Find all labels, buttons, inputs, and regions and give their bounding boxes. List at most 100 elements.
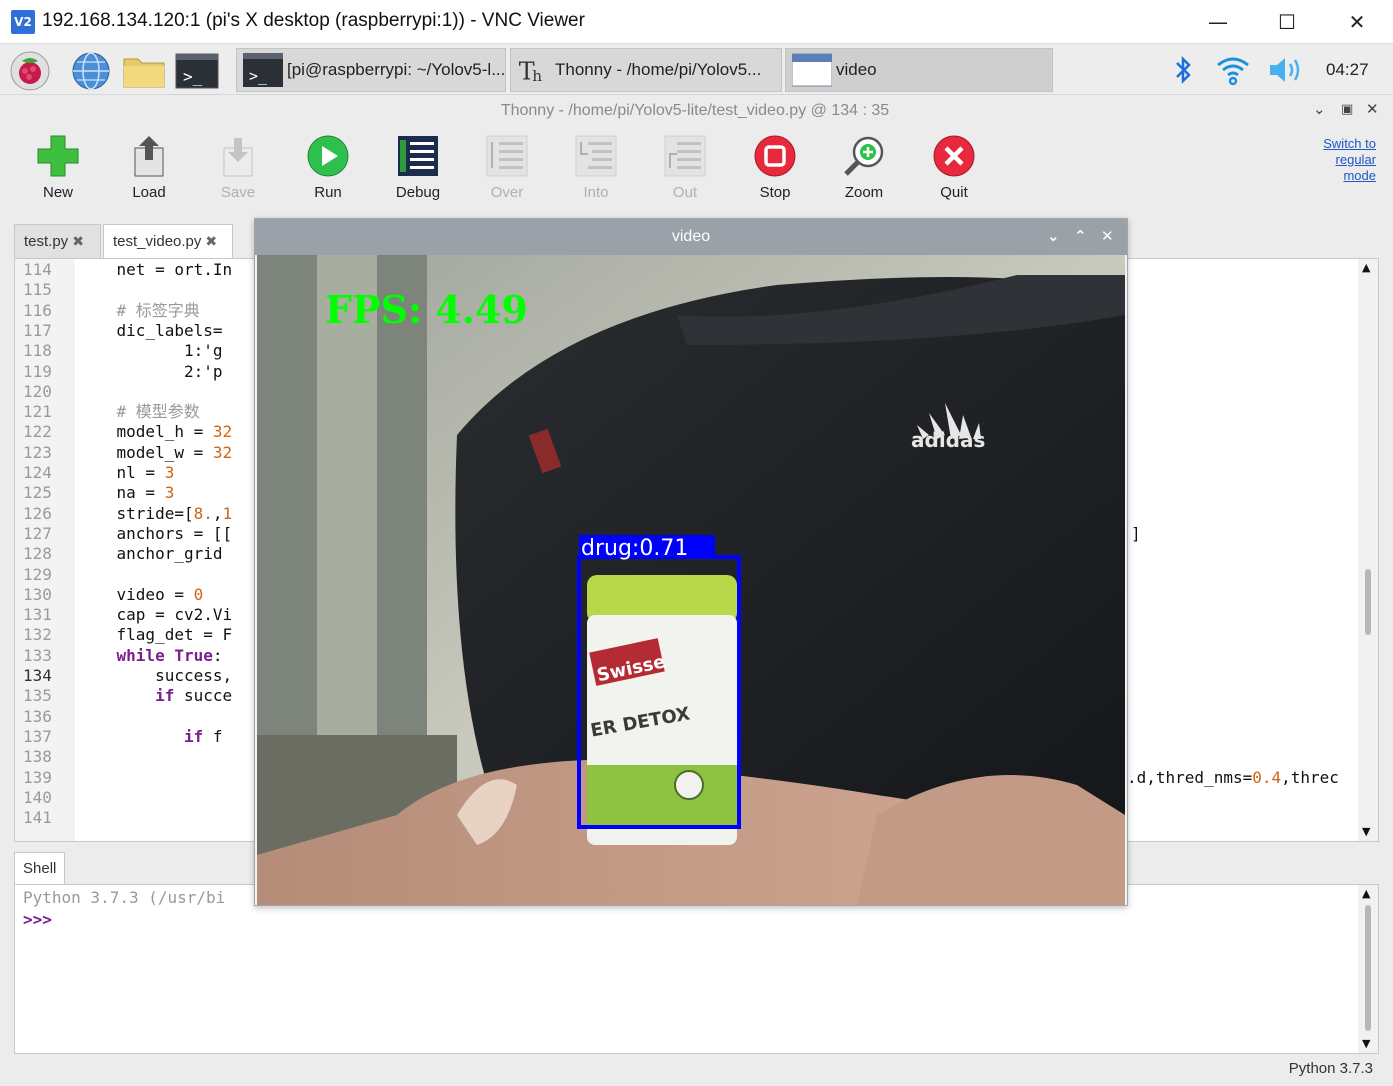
line-number: 141 bbox=[23, 808, 52, 828]
video-minimize-icon[interactable]: ⌄ bbox=[1047, 227, 1060, 245]
line-number: 138 bbox=[23, 747, 52, 767]
scroll-down-icon[interactable]: ▼ bbox=[1362, 1037, 1370, 1050]
shell-tab[interactable]: Shell bbox=[14, 852, 66, 884]
close-button[interactable]: ✕ bbox=[1334, 6, 1380, 38]
line-number: 133 bbox=[23, 645, 52, 665]
code-fragment[interactable]: .d,thred_nms=0.4,threc bbox=[1127, 768, 1339, 788]
line-number: 117 bbox=[23, 320, 52, 340]
debug-button[interactable]: Debug bbox=[380, 134, 456, 216]
code-line[interactable]: net = ort.In bbox=[78, 260, 233, 280]
tab-test-video-py[interactable]: test_video.py ✖ bbox=[103, 224, 233, 258]
line-number: 128 bbox=[23, 544, 52, 564]
web-browser-icon[interactable] bbox=[69, 51, 113, 91]
step-out-button[interactable]: Out bbox=[647, 134, 723, 216]
thonny-icon: T h bbox=[519, 57, 543, 85]
code-line[interactable]: if f bbox=[78, 727, 223, 747]
quit-button[interactable]: Quit bbox=[916, 134, 992, 216]
step-over-button[interactable]: Over bbox=[469, 134, 545, 216]
code-line[interactable]: nl = 3 bbox=[78, 463, 175, 483]
task-video[interactable]: video bbox=[785, 48, 1053, 92]
code-line[interactable]: anchors = [[ bbox=[78, 524, 233, 544]
run-icon bbox=[307, 135, 349, 177]
zoom-icon bbox=[844, 136, 884, 176]
editor-scrollbar[interactable]: ▲ ▼ bbox=[1358, 259, 1378, 841]
maximize-button[interactable]: ☐ bbox=[1264, 6, 1310, 38]
interpreter-status[interactable]: Python 3.7.3 bbox=[1289, 1060, 1373, 1077]
line-number: 126 bbox=[23, 503, 52, 523]
save-button[interactable]: Save bbox=[200, 134, 276, 216]
task-terminal[interactable]: >_ [pi@raspberrypi: ~/Yolov5-l... bbox=[236, 48, 506, 92]
step-into-button[interactable]: Into bbox=[558, 134, 634, 216]
task-label: video bbox=[836, 60, 877, 79]
scroll-up-icon[interactable]: ▲ bbox=[1362, 887, 1370, 900]
scroll-thumb[interactable] bbox=[1365, 569, 1371, 635]
bluetooth-icon[interactable] bbox=[1166, 53, 1200, 87]
code-line[interactable]: 2:'p bbox=[78, 362, 223, 382]
scroll-up-icon[interactable]: ▲ bbox=[1362, 261, 1370, 274]
video-title-bar[interactable]: video ⌄ ⌃ ✕ bbox=[255, 219, 1127, 255]
close-tab-icon[interactable]: ✖ bbox=[72, 233, 84, 249]
thonny-maximize-icon[interactable]: ▣ bbox=[1341, 102, 1353, 117]
detection-label: drug:0.71 bbox=[581, 536, 688, 561]
clock: 04:27 bbox=[1326, 60, 1369, 79]
code-line[interactable]: # 模型参数 bbox=[78, 402, 200, 422]
run-button[interactable]: Run bbox=[290, 134, 366, 216]
line-number: 131 bbox=[23, 605, 52, 625]
svg-text:>_: >_ bbox=[183, 67, 203, 86]
minimize-button[interactable]: — bbox=[1195, 6, 1241, 38]
step-into-icon bbox=[575, 135, 617, 177]
code-line[interactable]: while True: bbox=[78, 646, 223, 666]
svg-text:h: h bbox=[532, 67, 542, 85]
thonny-title-bar: Thonny - /home/pi/Yolov5-lite/test_video… bbox=[0, 96, 1393, 126]
video-maximize-icon[interactable]: ⌃ bbox=[1074, 227, 1087, 245]
code-line[interactable]: flag_det = F bbox=[78, 625, 233, 645]
line-number: 115 bbox=[23, 280, 52, 300]
volume-icon[interactable] bbox=[1267, 53, 1301, 87]
code-line[interactable]: # 标签字典 bbox=[78, 301, 200, 321]
file-manager-icon[interactable] bbox=[122, 51, 166, 91]
code-line[interactable]: na = 3 bbox=[78, 483, 175, 503]
code-line[interactable]: if succe bbox=[78, 686, 232, 706]
scroll-thumb[interactable] bbox=[1365, 905, 1371, 1031]
line-number: 137 bbox=[23, 726, 52, 746]
vnc-viewer-window: V2 192.168.134.120:1 (pi's X desktop (ra… bbox=[0, 0, 1393, 1086]
code-line[interactable]: model_h = 32 bbox=[78, 422, 233, 442]
line-number: 123 bbox=[23, 442, 52, 462]
code-line[interactable]: anchor_grid bbox=[78, 544, 232, 564]
close-tab-icon[interactable]: ✖ bbox=[205, 233, 217, 249]
load-button[interactable]: Load bbox=[111, 134, 187, 216]
load-icon bbox=[134, 136, 164, 177]
tab-test-py[interactable]: test.py ✖ bbox=[14, 224, 101, 258]
raspberry-menu-icon[interactable] bbox=[8, 51, 52, 91]
video-window-title: video bbox=[671, 228, 711, 245]
new-button[interactable]: New bbox=[20, 134, 96, 216]
terminal-icon: >_ bbox=[243, 53, 283, 87]
video-close-icon[interactable]: ✕ bbox=[1101, 227, 1114, 245]
thonny-minimize-icon[interactable]: ⌄ bbox=[1313, 100, 1326, 118]
wifi-icon[interactable] bbox=[1216, 53, 1250, 87]
code-line[interactable]: cap = cv2.Vi bbox=[78, 605, 233, 625]
task-thonny[interactable]: T h Thonny - /home/pi/Yolov5... bbox=[510, 48, 782, 92]
code-line[interactable]: dic_labels= bbox=[78, 321, 223, 341]
line-number: 119 bbox=[23, 361, 52, 381]
shell-console[interactable]: Python 3.7.3 (/usr/bi >>> ▲ ▼ bbox=[14, 884, 1379, 1054]
video-frame: adidas Swisse ER DETOX drug:0.71 FPS: 4.… bbox=[257, 255, 1125, 905]
code-fragment[interactable]: ] bbox=[1131, 524, 1141, 544]
line-number: 116 bbox=[23, 300, 52, 320]
stop-button[interactable]: Stop bbox=[737, 134, 813, 216]
code-line[interactable]: success, bbox=[78, 666, 232, 686]
code-line[interactable]: video = 0 bbox=[78, 585, 204, 605]
code-line[interactable]: 1:'g bbox=[78, 341, 223, 361]
vnc-window-title: 192.168.134.120:1 (pi's X desktop (raspb… bbox=[42, 10, 585, 31]
video-window[interactable]: video ⌄ ⌃ ✕ adidas Swisse ER DETOX drug:… bbox=[254, 218, 1128, 906]
zoom-button[interactable]: Zoom bbox=[826, 134, 902, 216]
thonny-window-title: Thonny - /home/pi/Yolov5-lite/test_video… bbox=[500, 102, 890, 119]
code-line[interactable]: stride=[8.,1 bbox=[78, 504, 233, 524]
terminal-icon[interactable]: >_ bbox=[175, 51, 219, 91]
switch-mode-link[interactable]: Switch to regular mode bbox=[1300, 136, 1376, 184]
quit-icon bbox=[933, 135, 975, 177]
thonny-close-icon[interactable]: ✕ bbox=[1366, 100, 1379, 118]
code-line[interactable]: model_w = 32 bbox=[78, 443, 233, 463]
scroll-down-icon[interactable]: ▼ bbox=[1362, 825, 1370, 838]
shell-scrollbar[interactable]: ▲ ▼ bbox=[1358, 885, 1378, 1053]
